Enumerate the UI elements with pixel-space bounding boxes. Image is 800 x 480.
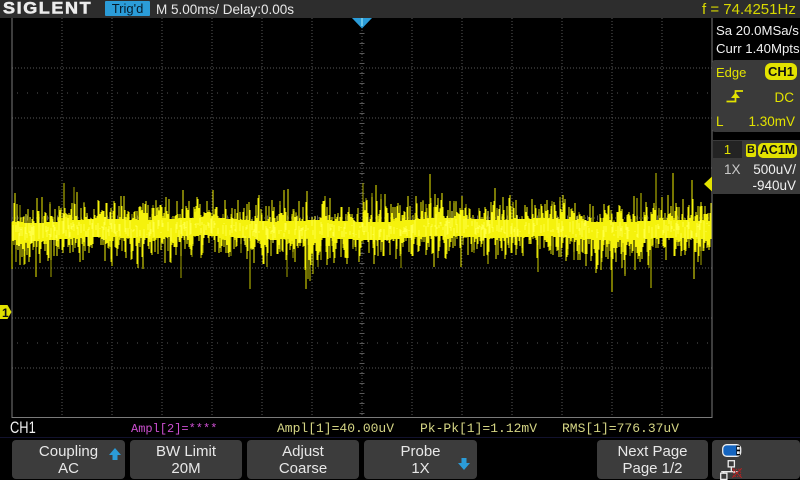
svg-text:1: 1 <box>2 306 9 320</box>
